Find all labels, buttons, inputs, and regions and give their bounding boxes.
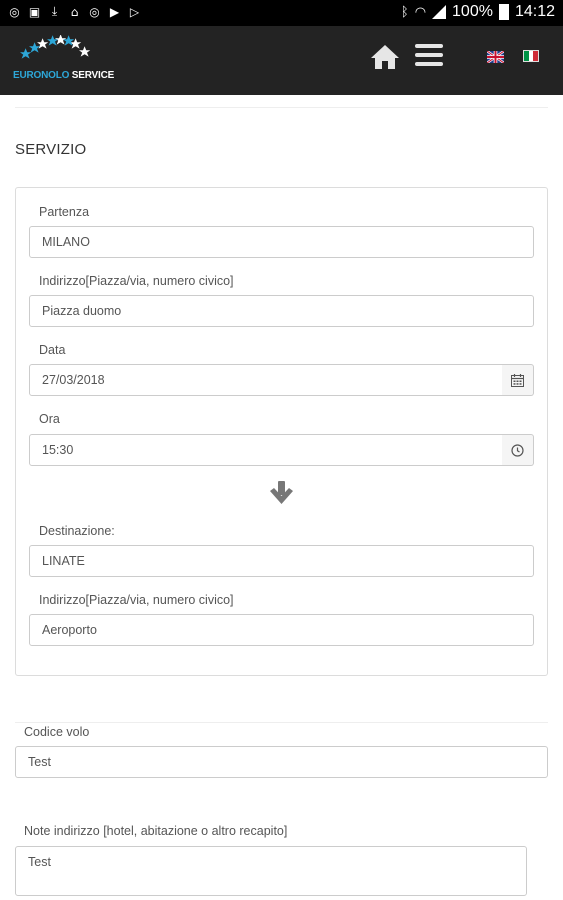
notification-icon-1: ◎	[9, 4, 20, 19]
logo-text-part1: EURONOLO	[13, 70, 70, 81]
divider	[15, 722, 548, 723]
language-en-button[interactable]	[486, 50, 505, 64]
arrow-down-icon	[270, 481, 293, 504]
play-store-icon-2: ▷	[129, 4, 140, 19]
calendar-button[interactable]	[502, 364, 534, 396]
codice-volo-label: Codice volo	[24, 725, 90, 739]
battery-percent: 100%	[452, 3, 493, 20]
logo-text-part2: SERVICE	[69, 70, 115, 81]
logo-stars-icon	[20, 35, 91, 59]
signal-icon	[432, 5, 447, 19]
clock-button[interactable]	[502, 434, 534, 466]
status-bar: ◎ ▣ ⤓ ⌂ ◎ ▶ ▷ ᛒ ◠ 100% 14:12	[0, 0, 563, 26]
system-status: ᛒ ◠ 100% 14:12	[401, 3, 555, 21]
codice-volo-input[interactable]: Test	[15, 746, 548, 778]
section-title: SERVIZIO	[15, 141, 87, 158]
menu-button[interactable]	[415, 44, 443, 70]
clock: 14:12	[514, 3, 555, 20]
download-icon: ⤓	[51, 4, 58, 18]
indirizzo-partenza-label: Indirizzo[Piazza/via, numero civico]	[39, 274, 234, 288]
it-flag-red	[533, 51, 539, 61]
logo-text: EURONOLO SERVICE	[13, 70, 114, 81]
indirizzo-destinazione-input[interactable]: Aeroporto	[29, 614, 534, 646]
home-icon	[371, 45, 399, 69]
hamburger-line	[415, 53, 443, 57]
indirizzo-destinazione-label: Indirizzo[Piazza/via, numero civico]	[39, 593, 234, 607]
battery-icon	[498, 4, 509, 20]
data-input[interactable]: 27/03/2018	[29, 364, 503, 396]
hamburger-menu-icon	[415, 44, 443, 48]
hamburger-line	[415, 62, 443, 66]
app-header: EURONOLO SERVICE	[0, 26, 563, 95]
calendar-icon	[511, 373, 524, 387]
destinazione-label: Destinazione:	[39, 524, 115, 538]
divider	[15, 107, 548, 108]
clock-icon	[511, 443, 524, 457]
ora-input[interactable]: 15:30	[29, 434, 503, 466]
euronolo-logo[interactable]: EURONOLO SERVICE	[13, 35, 114, 83]
partenza-input[interactable]: MILANO	[29, 226, 534, 258]
partenza-label: Partenza	[39, 205, 90, 219]
data-label: Data	[39, 343, 66, 357]
wifi-icon: ◠	[414, 4, 427, 20]
notification-icons: ◎ ▣ ⤓ ⌂ ◎ ▶ ▷	[8, 4, 141, 19]
home-notification-icon: ⌂	[70, 4, 79, 19]
uk-flag-icon	[486, 50, 505, 64]
indirizzo-partenza-input[interactable]: Piazza duomo	[29, 295, 534, 327]
image-notification-icon: ▣	[28, 4, 41, 19]
play-store-icon: ▶	[109, 4, 120, 19]
note-indirizzo-textarea[interactable]: Test	[15, 846, 527, 896]
note-indirizzo-label: Note indirizzo [hotel, abitazione o altr…	[24, 824, 288, 838]
language-it-button[interactable]	[523, 50, 539, 62]
bluetooth-icon: ᛒ	[400, 4, 409, 20]
destinazione-input[interactable]: LINATE	[29, 545, 534, 577]
home-button[interactable]	[370, 43, 400, 71]
notification-icon-5: ◎	[89, 4, 100, 19]
ora-label: Ora	[39, 412, 60, 426]
